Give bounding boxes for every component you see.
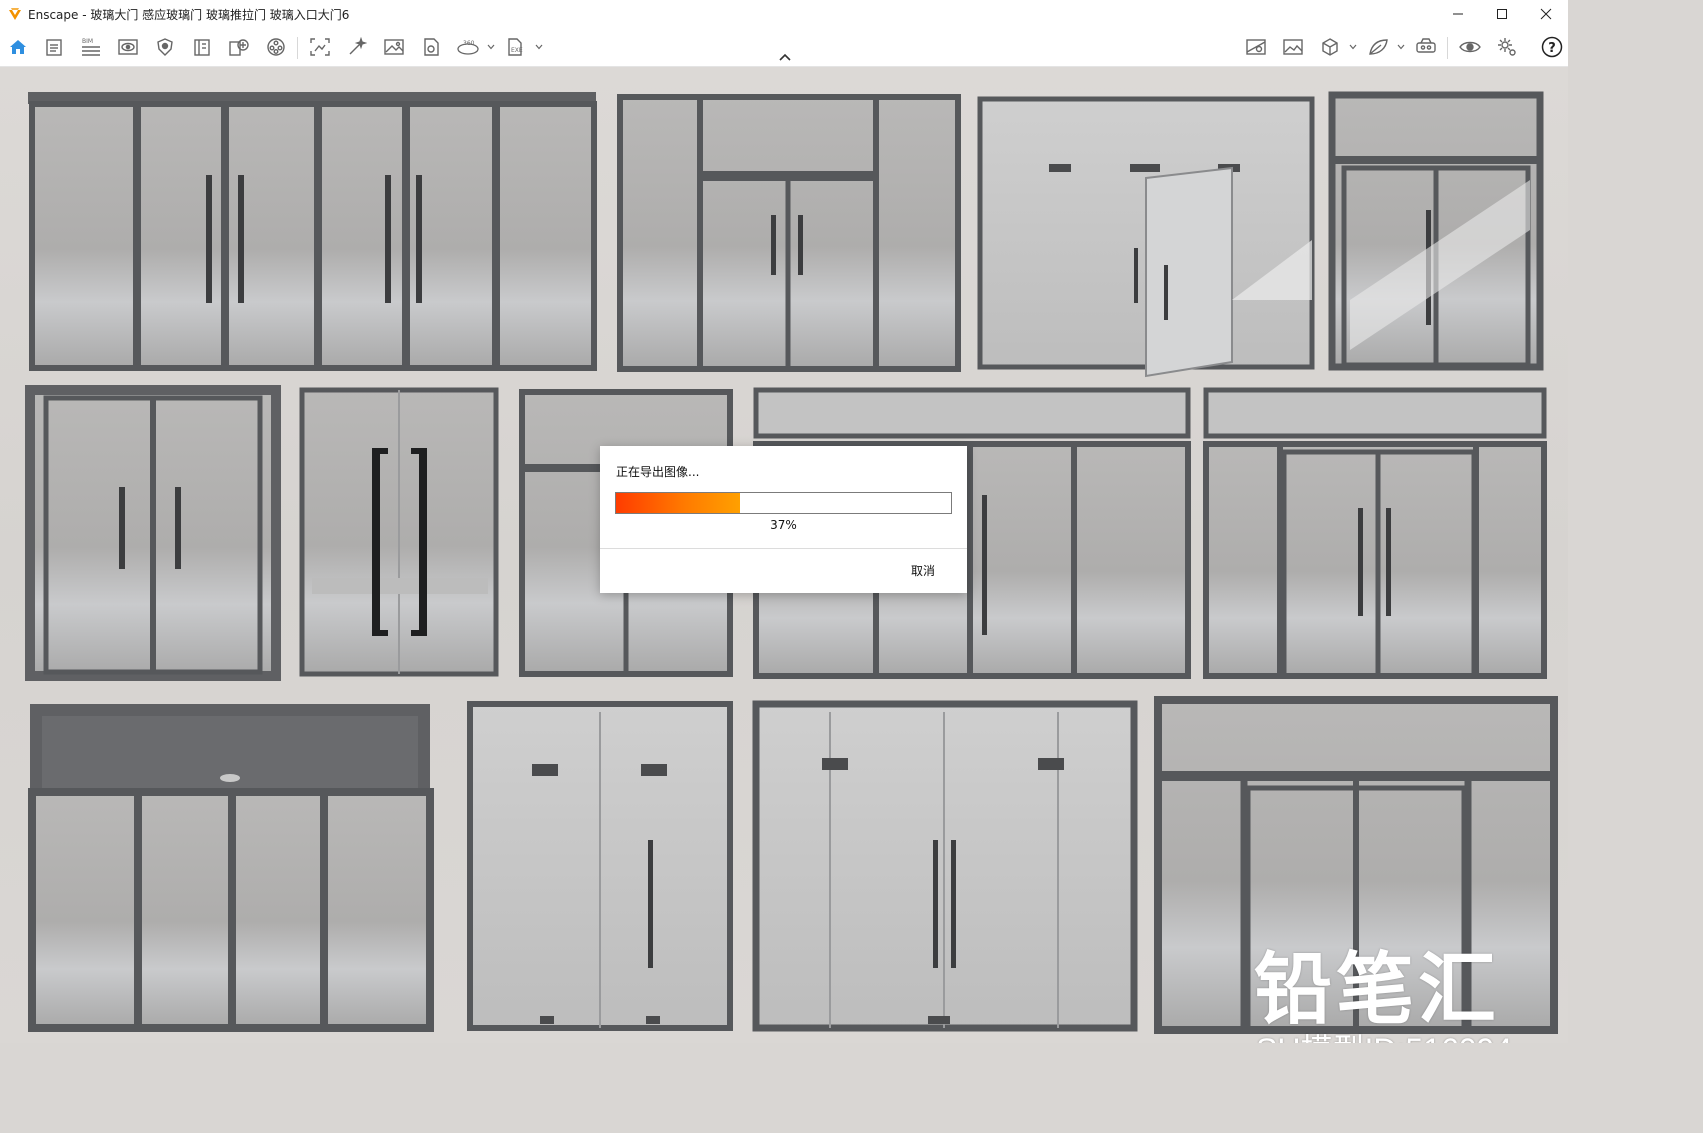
book-icon [194, 39, 210, 56]
toolbar-separator [1447, 37, 1448, 59]
export-dropdown-chevron-icon[interactable] [535, 43, 543, 51]
book-button[interactable] [190, 35, 214, 59]
dialog-divider [600, 548, 967, 549]
window-title: Enscape - 玻璃大门 感应玻璃门 玻璃推拉门 玻璃入口大门6 [28, 7, 350, 22]
help-button[interactable]: ? [1540, 35, 1564, 59]
model-id-watermark: SU模型ID:516094 [1256, 1025, 1512, 1043]
gallery-button[interactable] [1281, 35, 1305, 59]
title-bar: Enscape - 玻璃大门 感应玻璃门 玻璃推拉门 玻璃入口大门6 [0, 0, 1568, 28]
leaf-button[interactable] [1366, 35, 1390, 59]
cube-icon [1322, 38, 1338, 56]
door-set-3 [977, 96, 1315, 378]
export-button[interactable]: EXE [504, 35, 528, 59]
svg-text:EXE: EXE [511, 47, 523, 54]
screenshot-button[interactable] [308, 35, 332, 59]
door-set-11 [467, 701, 733, 1031]
vr-headset-icon [1416, 38, 1436, 53]
leaf-dropdown-chevron-icon[interactable] [1397, 43, 1405, 51]
door-set-6 [299, 387, 499, 677]
door-set-9 [1203, 387, 1547, 679]
view-icon [118, 39, 138, 55]
batch-render-icon [424, 38, 439, 56]
export-icon: EXE [508, 38, 523, 56]
eye-button[interactable] [1458, 35, 1482, 59]
door-set-5 [25, 385, 281, 681]
maximize-icon [1497, 9, 1507, 19]
panorama-360-icon: 360 [457, 40, 479, 55]
home-button[interactable] [6, 35, 30, 59]
export-progress-dialog: 正在导出图像... 37% 取消 [600, 446, 967, 593]
image-icon [384, 39, 404, 55]
view-button[interactable] [116, 35, 140, 59]
leaf-icon [1369, 39, 1388, 55]
door-set-2 [617, 94, 961, 372]
brand-watermark: 铅笔汇 [1254, 945, 1501, 1035]
door-set-12 [752, 700, 1138, 1032]
door-set-10 [28, 704, 434, 1032]
svg-text:BIM: BIM [82, 38, 93, 45]
svg-text:?: ? [1548, 41, 1556, 56]
cube-dropdown-chevron-icon[interactable] [1349, 43, 1357, 51]
minimize-icon [1453, 13, 1463, 15]
magic-wand-icon [349, 37, 367, 55]
bim-button[interactable]: BIM [79, 35, 103, 59]
export-progress-bar [615, 492, 952, 514]
shield-icon [157, 38, 173, 56]
shield-button[interactable] [153, 35, 177, 59]
maximize-button[interactable] [1480, 0, 1524, 28]
export-progress-fill [616, 493, 740, 513]
image-button[interactable] [382, 35, 406, 59]
magic-wand-button[interactable] [345, 35, 369, 59]
map-icon [1246, 39, 1266, 55]
export-status-text: 正在导出图像... [616, 465, 700, 479]
minimize-button[interactable] [1436, 0, 1480, 28]
door-set-4 [1328, 91, 1544, 371]
gallery-icon [1283, 39, 1303, 55]
asset-library-icon [229, 39, 249, 56]
window-controls [1436, 0, 1568, 28]
home-icon [10, 40, 26, 54]
material-icon [267, 38, 285, 56]
document-icon [46, 39, 62, 56]
panorama-dropdown-chevron-icon[interactable] [487, 43, 495, 51]
toolbar-separator [297, 37, 298, 59]
close-button[interactable] [1524, 0, 1568, 28]
help-icon: ? [1541, 36, 1563, 58]
door-set-1 [28, 92, 597, 371]
bim-icon: BIM [82, 38, 100, 56]
progress-percent-label: 37% [770, 518, 797, 532]
asset-library-button[interactable] [227, 35, 251, 59]
document-button[interactable] [42, 35, 66, 59]
settings-icon [1498, 38, 1516, 56]
settings-button[interactable] [1495, 35, 1519, 59]
panorama-button[interactable]: 360 [456, 35, 480, 59]
map-button[interactable] [1244, 35, 1268, 59]
batch-render-button[interactable] [419, 35, 443, 59]
collapse-toolbar-chevron-up-icon[interactable] [778, 52, 792, 62]
cube-button[interactable] [1318, 35, 1342, 59]
enscape-logo-icon [9, 8, 21, 20]
close-icon [1540, 8, 1552, 20]
vr-button[interactable] [1414, 35, 1438, 59]
screenshot-icon [310, 38, 330, 56]
cancel-button[interactable]: 取消 [907, 560, 939, 581]
material-button[interactable] [264, 35, 288, 59]
eye-icon [1459, 41, 1481, 53]
